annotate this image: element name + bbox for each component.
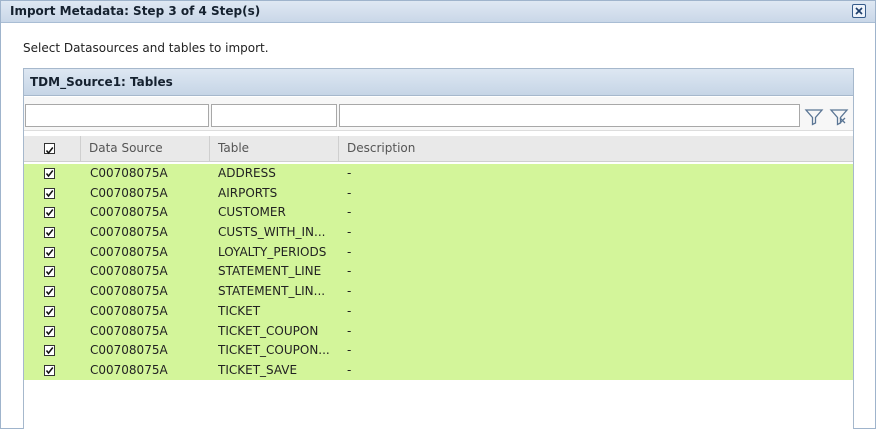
row-checkbox-cell: [44, 164, 60, 184]
table-row[interactable]: C00708075A STATEMENT_LINE -: [24, 262, 853, 282]
data-source-cell: C00708075A: [90, 323, 168, 338]
row-checkbox[interactable]: [44, 305, 55, 317]
row-checkbox-cell: [44, 322, 60, 342]
description-cell: -: [347, 303, 352, 318]
column-header-description[interactable]: Description: [339, 136, 853, 162]
data-source-cell: C00708075A: [90, 362, 168, 377]
description-cell: -: [347, 225, 352, 240]
import-metadata-dialog: Import Metadata: Step 3 of 4 Step(s) Sel…: [0, 0, 876, 429]
description-cell: -: [347, 323, 352, 338]
row-checkbox[interactable]: [44, 168, 55, 179]
table-name-cell: AIRPORTS: [218, 185, 278, 200]
close-icon[interactable]: [852, 4, 866, 18]
table-name-cell: CUSTS_WITH_IN...: [218, 225, 326, 240]
table-name-cell: STATEMENT_LINE: [218, 264, 322, 279]
select-all-checkbox[interactable]: [44, 143, 55, 155]
clear-filter-icon[interactable]: [829, 107, 849, 127]
row-checkbox[interactable]: [44, 266, 55, 278]
column-header-data-source[interactable]: Data Source: [81, 136, 210, 162]
row-checkbox-cell: [44, 262, 60, 282]
column-header-table[interactable]: Table: [210, 136, 339, 162]
column-header-row: Data Source Table Description: [24, 136, 853, 162]
row-checkbox[interactable]: [44, 227, 55, 239]
row-checkbox[interactable]: [44, 246, 55, 258]
data-source-cell: C00708075A: [90, 264, 168, 279]
table-row[interactable]: C00708075A CUSTOMER -: [24, 203, 853, 223]
row-checkbox[interactable]: [44, 286, 55, 298]
table-name-cell: LOYALTY_PERIODS: [218, 244, 327, 259]
row-checkbox[interactable]: [44, 187, 55, 199]
dialog-titlebar[interactable]: Import Metadata: Step 3 of 4 Step(s): [1, 1, 875, 23]
table-row[interactable]: C00708075A AIRPORTS -: [24, 184, 853, 204]
table-name-cell: TICKET_COUPON...: [218, 343, 330, 358]
instructions-text: Select Datasources and tables to import.: [23, 41, 269, 55]
row-checkbox[interactable]: [44, 345, 55, 357]
description-filter-input[interactable]: [339, 104, 800, 127]
row-checkbox[interactable]: [44, 325, 55, 337]
dialog-title: Import Metadata: Step 3 of 4 Step(s): [10, 4, 261, 18]
table-row[interactable]: C00708075A TICKET -: [24, 302, 853, 322]
description-cell: -: [347, 264, 352, 279]
data-source-cell: C00708075A: [90, 343, 168, 358]
table-name-cell: TICKET_COUPON: [218, 323, 319, 338]
panel-title: TDM_Source1: Tables: [24, 69, 853, 96]
description-cell: -: [347, 166, 352, 180]
description-cell: -: [347, 205, 352, 220]
table-name-cell: STATEMENT_LIN...: [218, 284, 326, 299]
tables-panel: TDM_Source1: Tables Data Source Table De…: [23, 68, 854, 429]
data-source-cell: C00708075A: [90, 205, 168, 220]
description-cell: -: [347, 244, 352, 259]
description-cell: -: [347, 343, 352, 358]
row-checkbox-cell: [44, 223, 60, 243]
row-checkbox-cell: [44, 341, 60, 361]
row-checkbox-cell: [44, 302, 60, 322]
description-cell: -: [347, 284, 352, 299]
description-cell: -: [347, 185, 352, 200]
row-checkbox-cell: [44, 184, 60, 204]
table-row[interactable]: C00708075A TICKET_COUPON... -: [24, 341, 853, 361]
table-row[interactable]: C00708075A CUSTS_WITH_IN... -: [24, 223, 853, 243]
row-checkbox[interactable]: [44, 207, 55, 219]
row-checkbox-cell: [44, 243, 60, 263]
data-source-cell: C00708075A: [90, 185, 168, 200]
description-cell: -: [347, 362, 352, 377]
table-row[interactable]: C00708075A TICKET_SAVE -: [24, 361, 853, 381]
data-source-cell: C00708075A: [90, 284, 168, 299]
select-all-header: [24, 136, 81, 162]
table-rows: C00708075A ADDRESS - C00708075A AIRPORTS - C00…: [24, 164, 853, 380]
table-name-cell: CUSTOMER: [218, 205, 286, 220]
table-row[interactable]: C00708075A LOYALTY_PERIODS -: [24, 243, 853, 263]
table-name-cell: TICKET_SAVE: [218, 362, 298, 377]
table-name-cell: ADDRESS: [218, 166, 276, 180]
row-checkbox[interactable]: [44, 364, 55, 376]
data-source-cell: C00708075A: [90, 225, 168, 240]
filter-row: [24, 97, 853, 131]
table-row[interactable]: C00708075A TICKET_COUPON -: [24, 322, 853, 342]
table-row[interactable]: C00708075A STATEMENT_LIN... -: [24, 282, 853, 302]
table-filter-input[interactable]: [211, 104, 337, 127]
table-name-cell: TICKET: [218, 303, 261, 318]
filter-icon[interactable]: [804, 107, 824, 127]
row-checkbox-cell: [44, 282, 60, 302]
row-checkbox-cell: [44, 203, 60, 223]
row-checkbox-cell: [44, 361, 60, 381]
data-source-filter-input[interactable]: [25, 104, 209, 127]
data-source-cell: C00708075A: [90, 166, 168, 180]
table-row[interactable]: C00708075A ADDRESS -: [24, 164, 853, 184]
data-source-cell: C00708075A: [90, 244, 168, 259]
data-source-cell: C00708075A: [90, 303, 168, 318]
